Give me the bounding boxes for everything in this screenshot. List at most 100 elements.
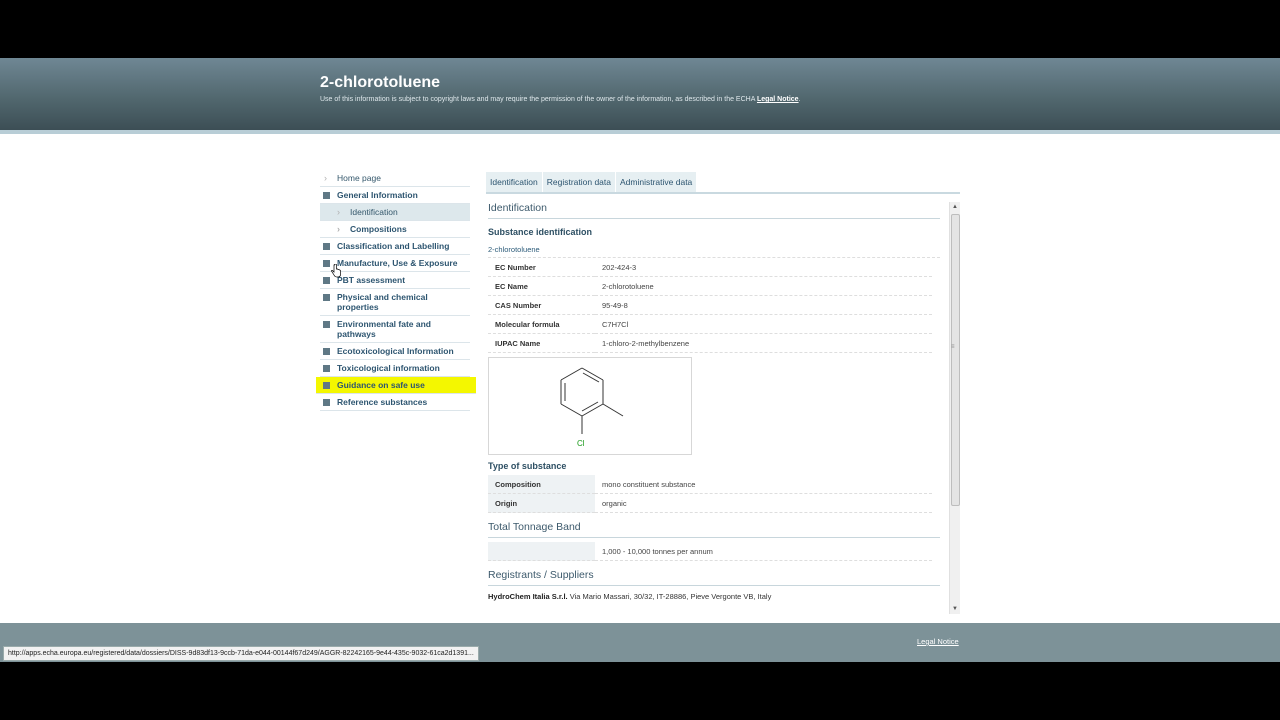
registrant-entry: HydroChem Italia S.r.l. Via Mario Massar… bbox=[488, 591, 940, 602]
row-value: 202-424-3 bbox=[595, 258, 932, 277]
header-divider bbox=[0, 130, 1280, 134]
row-value: C7H7Cl bbox=[595, 314, 932, 334]
page-title: 2-chlorotoluene bbox=[320, 74, 441, 91]
tab-divider bbox=[486, 192, 960, 194]
section-title-identification: Identification bbox=[488, 202, 940, 219]
structure-image: Cl bbox=[488, 357, 692, 455]
page: 2-chlorotoluene Use of this information … bbox=[0, 58, 1280, 662]
row-key: Composition bbox=[488, 475, 595, 494]
registrant-name: HydroChem Italia S.r.l. bbox=[488, 592, 568, 601]
sidebar-item-label: Ecotoxicological Information bbox=[337, 346, 454, 356]
grip-icon: ≡ bbox=[951, 344, 955, 350]
sidebar-item-label: Toxicological information bbox=[337, 363, 440, 373]
table-row: Composition mono constituent substance bbox=[488, 475, 932, 494]
sidebar-item-label: Compositions bbox=[350, 224, 407, 234]
square-bullet-icon bbox=[323, 260, 330, 267]
registrant-address: Via Mario Massari, 30/32, IT-28886, Piev… bbox=[569, 592, 772, 601]
table-row: Origin organic bbox=[488, 493, 932, 513]
sidebar-item-identification[interactable]: › Identification bbox=[320, 204, 470, 221]
sidebar-item-label: General Information bbox=[337, 190, 418, 200]
type-of-substance-heading: Type of substance bbox=[488, 461, 567, 471]
row-key: IUPAC Name bbox=[488, 333, 595, 353]
sidebar-item-home[interactable]: › Home page bbox=[320, 170, 470, 187]
tab-registration-data[interactable]: Registration data bbox=[542, 172, 615, 192]
tab-administrative-data[interactable]: Administrative data bbox=[616, 172, 697, 192]
square-bullet-icon bbox=[323, 243, 330, 250]
section-title-tonnage: Total Tonnage Band bbox=[488, 521, 940, 538]
table-row: EC Number 202-424-3 bbox=[488, 258, 932, 277]
sidebar-item-pbt[interactable]: PBT assessment bbox=[320, 272, 470, 289]
sidebar-item-label: PBT assessment bbox=[337, 275, 406, 285]
chevron-right-icon: › bbox=[324, 173, 327, 183]
row-value: mono constituent substance bbox=[595, 475, 932, 494]
header: 2-chlorotoluene Use of this information … bbox=[0, 58, 1280, 130]
scroll-down-arrow-icon[interactable]: ▼ bbox=[950, 604, 960, 614]
row-value: 1-chloro-2-methylbenzene bbox=[595, 333, 932, 353]
sidebar-item-label: Manufacture, Use & Exposure bbox=[337, 258, 458, 268]
hand-cursor-icon bbox=[331, 264, 341, 278]
row-key: Molecular formula bbox=[488, 314, 595, 334]
substance-identification-heading: Substance identification bbox=[488, 227, 593, 237]
sidebar-item-physical-chemical[interactable]: Physical and chemical properties bbox=[320, 289, 470, 316]
type-table: Composition mono constituent substance Or… bbox=[488, 475, 932, 513]
scroll-area[interactable]: Identification Substance identification … bbox=[486, 202, 960, 614]
sidebar-item-general-information[interactable]: General Information bbox=[320, 187, 470, 204]
tab-identification[interactable]: Identification bbox=[486, 172, 542, 192]
table-row: CAS Number 95-49-8 bbox=[488, 295, 932, 315]
footer-legal-notice-link[interactable]: Legal Notice bbox=[917, 637, 959, 646]
row-value: 2-chlorotoluene bbox=[595, 276, 932, 296]
table-row: EC Name 2-chlorotoluene bbox=[488, 276, 932, 296]
square-bullet-icon bbox=[323, 365, 330, 372]
sidebar-item-label: Environmental fate and pathways bbox=[337, 319, 431, 339]
sidebar-item-label: Physical and chemical properties bbox=[337, 292, 428, 312]
sidebar-item-manufacture[interactable]: Manufacture, Use & Exposure bbox=[320, 255, 470, 272]
tonnage-value: 1,000 - 10,000 tonnes per annum bbox=[595, 542, 932, 561]
square-bullet-icon bbox=[323, 399, 330, 406]
table-row: Molecular formula C7H7Cl bbox=[488, 314, 932, 334]
notice-end: . bbox=[798, 96, 801, 103]
row-value: 95-49-8 bbox=[595, 295, 932, 315]
molecule-drawing: Cl bbox=[560, 367, 624, 448]
row-key: Origin bbox=[488, 493, 595, 513]
chlorine-label: Cl bbox=[577, 439, 585, 448]
copyright-notice: Use of this information is subject to co… bbox=[320, 96, 801, 103]
sidebar-item-guidance-safe-use[interactable]: Guidance on safe use bbox=[316, 377, 476, 394]
sidebar-item-label: Classification and Labelling bbox=[337, 241, 450, 251]
square-bullet-icon bbox=[323, 348, 330, 355]
sidebar-item-label: Guidance on safe use bbox=[337, 380, 425, 390]
content-panel: Identification Registration data Adminis… bbox=[486, 172, 960, 614]
sidebar-item-compositions[interactable]: › Compositions bbox=[320, 221, 470, 238]
scrollbar-thumb[interactable] bbox=[951, 214, 960, 506]
tonnage-table: 1,000 - 10,000 tonnes per annum bbox=[488, 542, 932, 561]
sidebar-item-ecotoxicological[interactable]: Ecotoxicological Information bbox=[320, 343, 470, 360]
document-body: Identification Substance identification … bbox=[488, 202, 940, 602]
sidebar-item-label: Reference substances bbox=[337, 397, 428, 407]
vertical-scrollbar[interactable]: ▲ ≡ ▼ bbox=[949, 202, 960, 614]
sidebar-item-classification[interactable]: Classification and Labelling bbox=[320, 238, 470, 255]
chevron-right-icon: › bbox=[337, 224, 340, 234]
section-title-registrants: Registrants / Suppliers bbox=[488, 569, 940, 586]
row-key: CAS Number bbox=[488, 295, 595, 315]
sidebar-item-reference-substances[interactable]: Reference substances bbox=[320, 394, 470, 411]
sidebar: › Home page General Information › Identifi… bbox=[316, 170, 476, 411]
sidebar-item-environmental-fate[interactable]: Environmental fate and pathways bbox=[320, 316, 470, 343]
square-bullet-icon bbox=[323, 277, 330, 284]
notice-text: Use of this information is subject to co… bbox=[320, 96, 755, 103]
browser-status-bar: http://apps.echa.europa.eu/registered/da… bbox=[3, 646, 479, 661]
substance-name: 2-chlorotoluene bbox=[488, 245, 940, 258]
legal-notice-link[interactable]: Legal Notice bbox=[757, 96, 799, 103]
identifiers-table: EC Number 202-424-3 EC Name 2-chlorotoluen… bbox=[488, 258, 932, 353]
tab-bar: Identification Registration data Adminis… bbox=[486, 172, 697, 192]
square-bullet-icon bbox=[323, 382, 330, 389]
square-bullet-icon bbox=[323, 192, 330, 199]
row-key: EC Name bbox=[488, 276, 595, 296]
sidebar-item-toxicological[interactable]: Toxicological information bbox=[320, 360, 470, 377]
sidebar-item-label: Identification bbox=[350, 207, 398, 217]
table-row: 1,000 - 10,000 tonnes per annum bbox=[488, 542, 932, 561]
sidebar-item-label: Home page bbox=[337, 173, 381, 183]
row-key bbox=[488, 542, 595, 561]
chevron-right-icon: › bbox=[337, 207, 340, 217]
table-row: IUPAC Name 1-chloro-2-methylbenzene bbox=[488, 333, 932, 353]
square-bullet-icon bbox=[323, 294, 330, 301]
scroll-up-arrow-icon[interactable]: ▲ bbox=[950, 202, 960, 212]
